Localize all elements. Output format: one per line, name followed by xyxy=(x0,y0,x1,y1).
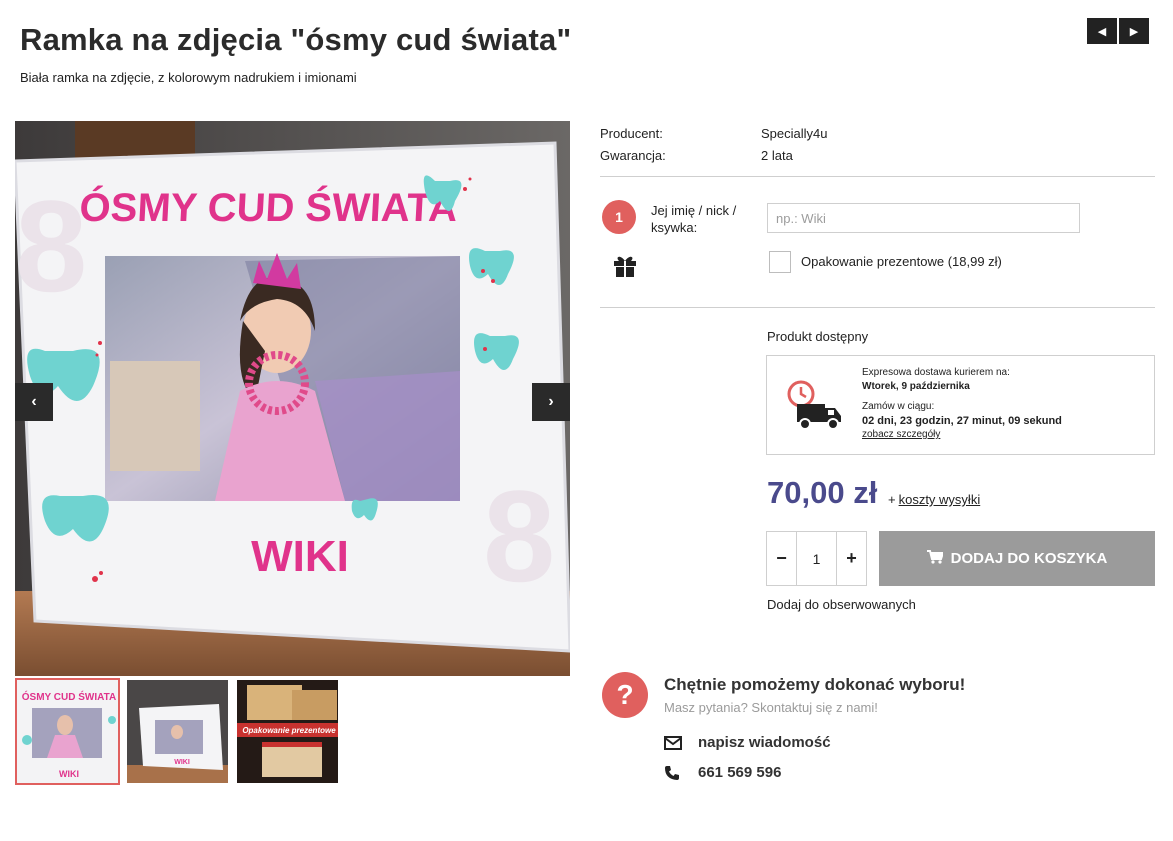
thumbnail-2-name-text: WIKI xyxy=(174,759,190,766)
contact-message-link[interactable]: napisz wiadomość xyxy=(664,734,831,751)
delivery-countdown: 02 dni, 23 godzin, 27 minut, 09 sekund xyxy=(862,415,1062,427)
spec-value: 2 lata xyxy=(761,147,793,163)
product-title: Ramka na zdjęcia "ósmy cud świata" xyxy=(20,22,572,57)
thumbnail-3[interactable]: Opakowanie prezentowe xyxy=(235,678,340,785)
spec-label: Producent: xyxy=(600,125,663,141)
add-to-cart-label: DODAJ DO KOSZYKA xyxy=(950,550,1108,567)
frame-title-text: ÓSMY CUD ŚWIATA xyxy=(78,184,458,230)
thumbnail-3-image: Opakowanie prezentowe xyxy=(237,680,338,783)
shipping-plus: + xyxy=(888,492,896,507)
product-price: 70,00 zł xyxy=(767,475,878,510)
spec-row-producer: Producent: Specially4u xyxy=(600,122,828,144)
phone-icon xyxy=(664,765,698,781)
cart-icon xyxy=(926,549,945,568)
contact-phone-number: 661 569 596 xyxy=(698,764,782,781)
frame-photo-illustration: ÓSMY CUD ŚWIATA WIKI 8 8 xyxy=(15,121,570,676)
chevron-left-icon: ‹ xyxy=(31,393,37,410)
availability-status: Produkt dostępny xyxy=(767,329,869,344)
gift-wrap-label: Opakowanie prezentowe (18,99 zł) xyxy=(801,254,1002,269)
chevron-right-icon: ▶ xyxy=(1129,25,1139,38)
shipping-info: + koszty wysyłki xyxy=(888,492,980,507)
delivery-line2: Zamów w ciągu: xyxy=(862,401,935,412)
divider xyxy=(600,307,1155,308)
product-main-image[interactable]: ÓSMY CUD ŚWIATA WIKI 8 8 ‹ › xyxy=(15,121,570,676)
thumbnail-1[interactable]: ÓSMY CUD ŚWIATA WIKI xyxy=(15,678,120,785)
chevron-left-icon: ◀ xyxy=(1097,25,1107,38)
shipping-costs-link[interactable]: koszty wysyłki xyxy=(899,492,981,507)
quantity-increase-button[interactable]: + xyxy=(837,532,866,585)
delivery-line1: Expresowa dostawa kurierem na: xyxy=(862,367,1010,378)
delivery-truck-icon xyxy=(785,380,845,437)
thumbnail-1-name-text: WIKI xyxy=(59,769,79,779)
name-input[interactable] xyxy=(767,203,1080,233)
name-field-label: Jej imię / nick / ksywka: xyxy=(651,203,737,235)
delivery-date: Wtorek, 9 października xyxy=(862,381,970,392)
thumbnail-3-label: Opakowanie prezentowe xyxy=(242,726,336,735)
contact-phone-link[interactable]: 661 569 596 xyxy=(664,764,781,781)
product-nav: ◀ ▶ xyxy=(1087,18,1149,44)
image-next-button[interactable]: › xyxy=(532,383,570,421)
help-title: Chętnie pomożemy dokonać wyboru! xyxy=(664,675,966,694)
next-product-button[interactable]: ▶ xyxy=(1119,18,1149,44)
envelope-icon xyxy=(664,735,698,750)
spec-row-warranty: Gwarancja: 2 lata xyxy=(600,144,828,166)
add-to-cart-button[interactable]: DODAJ DO KOSZYKA xyxy=(879,531,1155,586)
gift-icon xyxy=(612,252,638,283)
delivery-info-box: Expresowa dostawa kurierem na: Wtorek, 9… xyxy=(766,355,1155,455)
delivery-details-link[interactable]: zobacz szczegóły xyxy=(862,428,1062,442)
contact-message-label: napisz wiadomość xyxy=(698,734,831,751)
thumbnail-1-image: ÓSMY CUD ŚWIATA WIKI xyxy=(17,680,118,783)
product-subtitle: Biała ramka na zdjęcie, z kolorowym nadr… xyxy=(20,70,357,85)
frame-number-left: 8 xyxy=(15,173,87,319)
spec-value: Specially4u xyxy=(761,125,828,141)
chevron-right-icon: › xyxy=(548,393,554,410)
product-specs: Producent: Specially4u Gwarancja: 2 lata xyxy=(600,122,828,166)
quantity-value[interactable]: 1 xyxy=(796,532,837,585)
gift-wrap-checkbox[interactable] xyxy=(769,251,791,273)
spec-label: Gwarancja: xyxy=(600,147,666,163)
frame-number-right: 8 xyxy=(483,463,555,609)
add-to-watchlist-link[interactable]: Dodaj do obserwowanych xyxy=(767,597,916,612)
image-prev-button[interactable]: ‹ xyxy=(15,383,53,421)
prev-product-button[interactable]: ◀ xyxy=(1087,18,1117,44)
question-icon: ? xyxy=(602,672,648,718)
quantity-decrease-button[interactable]: − xyxy=(767,532,796,585)
thumbnail-1-frame-text: ÓSMY CUD ŚWIATA xyxy=(22,690,116,703)
step-badge: 1 xyxy=(602,200,636,234)
help-subtitle: Masz pytania? Skontaktuj się z nami! xyxy=(664,700,878,715)
quantity-stepper: − 1 + xyxy=(766,531,867,586)
thumbnail-strip: ÓSMY CUD ŚWIATA WIKI WIKI Opakowanie pre… xyxy=(15,678,340,785)
divider xyxy=(600,176,1155,177)
thumbnail-2-image: WIKI xyxy=(127,680,228,783)
frame-name-text: WIKI xyxy=(251,532,349,581)
thumbnail-2[interactable]: WIKI xyxy=(125,678,230,785)
